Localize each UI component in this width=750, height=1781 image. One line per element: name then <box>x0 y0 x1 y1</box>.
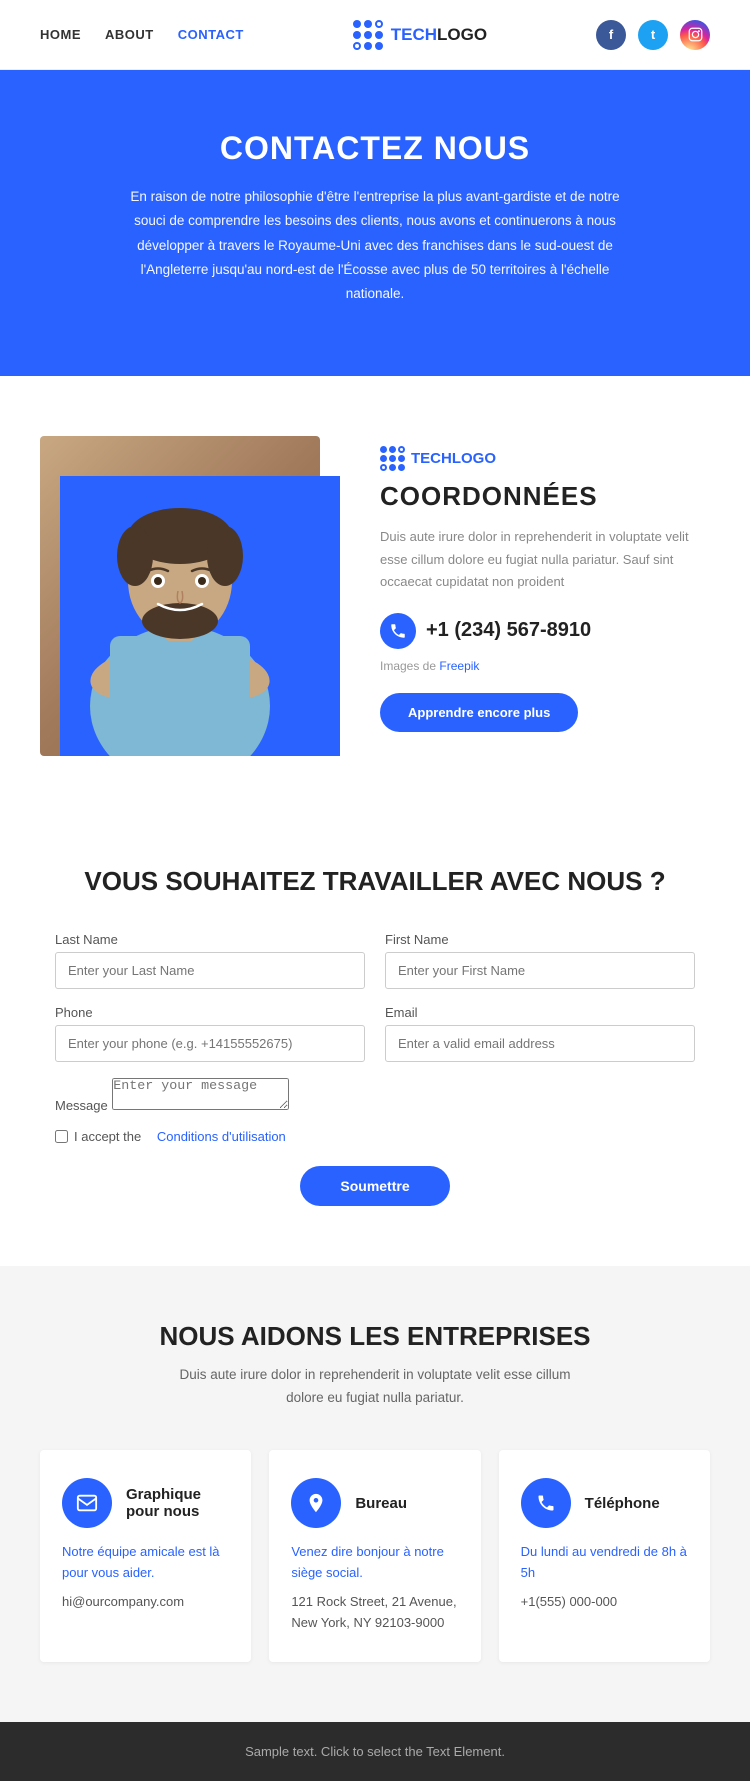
contact-form: Last Name First Name Phone Email Message <box>55 932 695 1206</box>
info-logo: TECHLOGO <box>380 446 710 471</box>
phone-group: Phone <box>55 1005 365 1062</box>
nous-aidons-title: NOUS AIDONS LES ENTREPRISES <box>40 1321 710 1352</box>
info-content: TECHLOGO COORDONNÉES Duis aute irure dol… <box>380 416 710 731</box>
info-title: COORDONNÉES <box>380 481 710 512</box>
footer-text: Sample text. Click to select the Text El… <box>40 1744 710 1759</box>
twitter-icon[interactable]: t <box>638 20 668 50</box>
nav-home[interactable]: HOME <box>40 27 81 42</box>
card-phone: Téléphone Du lundi au vendredi de 8h à 5… <box>499 1450 710 1661</box>
info-logo-dots-icon <box>380 446 405 471</box>
form-section-title: VOUS SOUHAITEZ TRAVAILLER AVEC NOUS ? <box>55 866 695 897</box>
nous-aidons-section: NOUS AIDONS LES ENTREPRISES Duis aute ir… <box>0 1266 750 1721</box>
card-email-title: Graphique pour nous <box>126 1486 229 1520</box>
card-office-title: Bureau <box>355 1495 407 1512</box>
terms-checkbox[interactable] <box>55 1130 68 1143</box>
person-image <box>40 436 320 756</box>
phone-input[interactable] <box>55 1025 365 1062</box>
cards-row: Graphique pour nous Notre équipe amicale… <box>40 1450 710 1661</box>
facebook-icon[interactable]: f <box>596 20 626 50</box>
card-phone-header: Téléphone <box>521 1478 688 1528</box>
hero-title: CONTACTEZ NOUS <box>40 130 710 167</box>
email-input[interactable] <box>385 1025 695 1062</box>
instagram-icon[interactable] <box>680 20 710 50</box>
nav-about[interactable]: ABOUT <box>105 27 154 42</box>
card-email-link: Notre équipe amicale est là pour vous ai… <box>62 1542 229 1584</box>
contact-info-section: TECHLOGO COORDONNÉES Duis aute irure dol… <box>0 376 750 816</box>
hero-section: CONTACTEZ NOUS En raison de notre philos… <box>0 70 750 376</box>
last-name-input[interactable] <box>55 952 365 989</box>
card-office-text: 121 Rock Street, 21 Avenue, New York, NY… <box>291 1592 458 1634</box>
form-row-name: Last Name First Name <box>55 932 695 989</box>
card-email: Graphique pour nous Notre équipe amicale… <box>40 1450 251 1661</box>
footer: Sample text. Click to select the Text El… <box>0 1722 750 1781</box>
person-image-wrapper <box>40 436 340 756</box>
nous-aidons-description: Duis aute irure dolor in reprehenderit i… <box>165 1364 585 1410</box>
logo-dots-icon <box>353 20 383 50</box>
terms-link[interactable]: Conditions d'utilisation <box>157 1129 286 1144</box>
phone-row: +1 (234) 567-8910 <box>380 613 710 649</box>
social-icons: f t <box>596 20 710 50</box>
navbar: HOME ABOUT CONTACT TECHLOGO f t <box>0 0 750 70</box>
email-label: Email <box>385 1005 695 1020</box>
logo-text: TECHLOGO <box>391 25 487 45</box>
submit-row: Soumettre <box>55 1166 695 1206</box>
logo-center: TECHLOGO <box>353 20 487 50</box>
images-credit: Images de Freepik <box>380 659 710 673</box>
email-group: Email <box>385 1005 695 1062</box>
card-phone-text: +1(555) 000-000 <box>521 1592 688 1613</box>
terms-checkbox-row: I accept the Conditions d'utilisation <box>55 1129 695 1144</box>
first-name-input[interactable] <box>385 952 695 989</box>
first-name-group: First Name <box>385 932 695 989</box>
freepik-link[interactable]: Freepik <box>439 659 479 673</box>
hero-description: En raison de notre philosophie d'être l'… <box>125 185 625 306</box>
card-office: Bureau Venez dire bonjour à notre siège … <box>269 1450 480 1661</box>
message-group: Message <box>55 1078 695 1115</box>
email-card-icon <box>62 1478 112 1528</box>
phone-number: +1 (234) 567-8910 <box>426 619 591 642</box>
submit-button[interactable]: Soumettre <box>300 1166 449 1206</box>
card-phone-link: Du lundi au vendredi de 8h à 5h <box>521 1542 688 1584</box>
message-label: Message <box>55 1098 108 1113</box>
card-email-header: Graphique pour nous <box>62 1478 229 1528</box>
phone-label: Phone <box>55 1005 365 1020</box>
info-logo-text: TECHLOGO <box>411 450 496 467</box>
card-office-header: Bureau <box>291 1478 458 1528</box>
phone-icon <box>380 613 416 649</box>
location-card-icon <box>291 1478 341 1528</box>
learn-more-button[interactable]: Apprendre encore plus <box>380 693 578 732</box>
nav-links: HOME ABOUT CONTACT <box>40 27 244 42</box>
info-description: Duis aute irure dolor in reprehenderit i… <box>380 526 710 592</box>
last-name-group: Last Name <box>55 932 365 989</box>
last-name-label: Last Name <box>55 932 365 947</box>
checkbox-text: I accept the <box>74 1129 141 1144</box>
card-email-text: hi@ourcompany.com <box>62 1592 229 1613</box>
phone-card-icon <box>521 1478 571 1528</box>
form-section: VOUS SOUHAITEZ TRAVAILLER AVEC NOUS ? La… <box>0 816 750 1266</box>
form-row-contact: Phone Email <box>55 1005 695 1062</box>
first-name-label: First Name <box>385 932 695 947</box>
card-phone-title: Téléphone <box>585 1495 660 1512</box>
message-textarea[interactable] <box>112 1078 289 1110</box>
card-office-link: Venez dire bonjour à notre siège social. <box>291 1542 458 1584</box>
nav-contact[interactable]: CONTACT <box>178 27 244 42</box>
